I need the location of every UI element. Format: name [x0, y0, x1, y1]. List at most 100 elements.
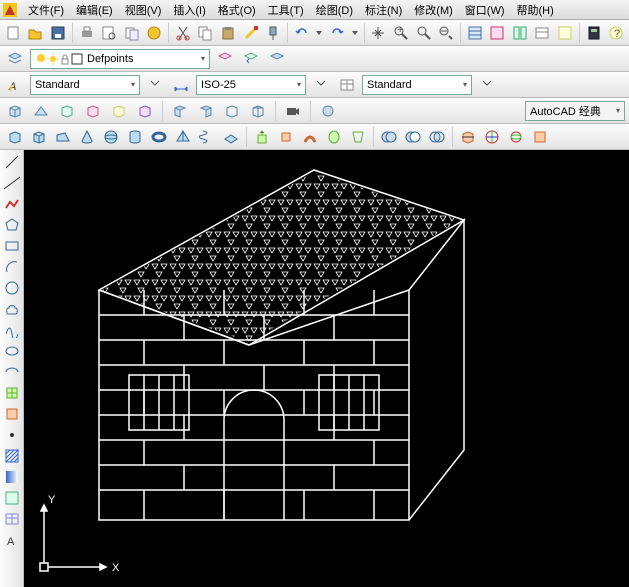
tablestyle-icon[interactable] [336, 74, 358, 96]
menu-view[interactable]: 视图(V) [119, 0, 168, 20]
presspull-icon[interactable] [275, 126, 297, 148]
menu-dimension[interactable]: 标注(N) [359, 0, 408, 20]
rect-icon[interactable] [2, 236, 22, 256]
menu-format[interactable]: 格式(O) [212, 0, 262, 20]
open-icon[interactable] [25, 22, 47, 44]
extrude-icon[interactable] [251, 126, 273, 148]
polysolid-icon[interactable] [4, 126, 26, 148]
print-icon[interactable] [76, 22, 98, 44]
paste-icon[interactable] [217, 22, 239, 44]
copy-icon[interactable] [195, 22, 217, 44]
torus-icon[interactable] [148, 126, 170, 148]
textstyle-icon[interactable]: A [4, 74, 26, 96]
redo-dropdown-icon[interactable] [349, 22, 361, 44]
box-icon[interactable] [4, 100, 26, 122]
vs-dropdown-icon[interactable] [317, 100, 339, 122]
circle-icon[interactable] [2, 278, 22, 298]
menu-modify[interactable]: 修改(M) [408, 0, 459, 20]
new-icon[interactable] [2, 22, 24, 44]
menu-file[interactable]: 文件(F) [22, 0, 70, 20]
box4-icon[interactable] [134, 100, 156, 122]
save-icon[interactable] [47, 22, 69, 44]
paint-icon[interactable] [262, 22, 284, 44]
revcloud-icon[interactable] [2, 299, 22, 319]
dimstyle-icon[interactable] [170, 74, 192, 96]
tp-icon[interactable] [509, 22, 531, 44]
ellipse-icon[interactable] [2, 341, 22, 361]
sweep-icon[interactable] [299, 126, 321, 148]
drawing-canvas[interactable]: X Y [24, 150, 629, 587]
union-icon[interactable] [378, 126, 400, 148]
zoomwin-icon[interactable] [413, 22, 435, 44]
layerstate-icon[interactable] [214, 48, 236, 70]
view2-icon[interactable] [195, 100, 217, 122]
ellipsearc-icon[interactable] [2, 362, 22, 382]
helix-icon[interactable] [196, 126, 218, 148]
menu-draw[interactable]: 绘图(D) [310, 0, 359, 20]
dimstyle-apply-icon[interactable] [310, 74, 332, 96]
section-icon[interactable] [529, 126, 551, 148]
help-icon[interactable]: ? [605, 22, 627, 44]
intersect-icon[interactable] [426, 126, 448, 148]
polygon-icon[interactable] [2, 215, 22, 235]
tablestyle-dropdown[interactable]: Standard ▾ [362, 75, 472, 95]
publish-icon[interactable] [121, 22, 143, 44]
cone-view-icon[interactable] [56, 100, 78, 122]
view4-icon[interactable] [247, 100, 269, 122]
menu-insert[interactable]: 插入(I) [167, 0, 211, 20]
workspace-dropdown[interactable]: AutoCAD 经典 ▾ [525, 101, 625, 121]
menu-help[interactable]: 帮助(H) [511, 0, 560, 20]
wedge-solid-icon[interactable] [52, 126, 74, 148]
layeriso-icon[interactable] [266, 48, 288, 70]
undo-dropdown-icon[interactable] [313, 22, 325, 44]
textstyle-apply-icon[interactable] [144, 74, 166, 96]
line-icon[interactable] [2, 152, 22, 172]
slice-icon[interactable] [457, 126, 479, 148]
calc-icon[interactable] [583, 22, 605, 44]
arc-icon[interactable] [2, 257, 22, 277]
textstyle-dropdown[interactable]: Standard ▾ [30, 75, 140, 95]
redo-icon[interactable] [326, 22, 348, 44]
dc-icon[interactable] [487, 22, 509, 44]
point-icon[interactable] [2, 425, 22, 445]
wedge-icon[interactable] [30, 100, 52, 122]
ssm-icon[interactable] [532, 22, 554, 44]
spline-icon[interactable] [2, 320, 22, 340]
sphere-icon[interactable] [100, 126, 122, 148]
box-solid-icon[interactable] [28, 126, 50, 148]
cylinder-icon[interactable] [124, 126, 146, 148]
menu-window[interactable]: 窗口(W) [459, 0, 511, 20]
3drotate-icon[interactable] [505, 126, 527, 148]
layer-dropdown[interactable]: Defpoints ▾ [30, 49, 210, 69]
gradient-icon[interactable] [2, 467, 22, 487]
pyramid-icon[interactable] [172, 126, 194, 148]
menu-edit[interactable]: 编辑(E) [70, 0, 119, 20]
cone-icon[interactable] [76, 126, 98, 148]
layer-prev-icon[interactable] [240, 48, 262, 70]
revolve-icon[interactable] [323, 126, 345, 148]
block-icon[interactable] [2, 404, 22, 424]
box2-icon[interactable] [82, 100, 104, 122]
pline-icon[interactable] [2, 194, 22, 214]
menu-tools[interactable]: 工具(T) [262, 0, 310, 20]
match-icon[interactable] [240, 22, 262, 44]
region-icon[interactable] [2, 488, 22, 508]
hatch-icon[interactable] [2, 446, 22, 466]
insert-icon[interactable] [2, 383, 22, 403]
markup-icon[interactable] [554, 22, 576, 44]
camera-icon[interactable] [282, 100, 304, 122]
3dalign-icon[interactable] [481, 126, 503, 148]
undo-icon[interactable] [291, 22, 313, 44]
dimstyle-dropdown[interactable]: ISO-25 ▾ [196, 75, 306, 95]
zoomprev-icon[interactable] [435, 22, 457, 44]
table-icon[interactable] [2, 509, 22, 529]
zoomrt-icon[interactable]: + [390, 22, 412, 44]
view1-icon[interactable] [169, 100, 191, 122]
subtract-icon[interactable] [402, 126, 424, 148]
props-icon[interactable] [464, 22, 486, 44]
box3-icon[interactable] [108, 100, 130, 122]
preview-icon[interactable] [98, 22, 120, 44]
tablestyle-apply-icon[interactable] [476, 74, 498, 96]
xline-icon[interactable] [2, 173, 22, 193]
mtext-icon[interactable]: A [2, 530, 22, 550]
